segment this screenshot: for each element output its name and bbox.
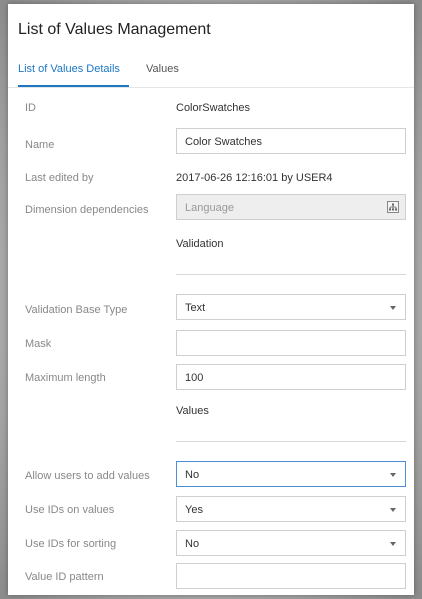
allow-add-values-value: No — [185, 469, 200, 481]
mask-field[interactable] — [176, 330, 406, 356]
values-divider — [176, 441, 406, 442]
allow-add-values-label: Allow users to add values — [25, 470, 150, 482]
chevron-down-icon — [390, 542, 396, 546]
validation-divider — [176, 274, 406, 275]
name-field[interactable]: Color Swatches — [176, 128, 406, 154]
tab-lov-details[interactable]: List of Values Details — [18, 63, 120, 75]
tab-values[interactable]: Values — [146, 63, 179, 75]
use-ids-label: Use IDs on values — [25, 504, 115, 516]
chevron-down-icon — [390, 473, 396, 477]
use-ids-sorting-label: Use IDs for sorting — [25, 538, 117, 550]
use-ids-sorting-select[interactable]: No — [176, 530, 406, 556]
mask-label: Mask — [25, 338, 52, 350]
value-id-pattern-label: Value ID pattern — [25, 571, 104, 583]
page-title: List of Values Management — [18, 21, 211, 38]
validation-base-type-select[interactable]: Text — [176, 294, 406, 320]
id-value: ColorSwatches — [176, 102, 250, 114]
chevron-down-icon — [390, 508, 396, 512]
value-id-pattern-field[interactable] — [176, 563, 406, 589]
validation-base-type-value: Text — [185, 302, 206, 314]
name-field-value: Color Swatches — [185, 136, 263, 148]
validation-base-type-label: Validation Base Type — [25, 304, 128, 316]
validation-heading: Validation — [176, 238, 224, 250]
tab-divider — [8, 87, 414, 88]
use-ids-value: Yes — [185, 504, 203, 516]
name-label: Name — [25, 139, 55, 151]
lov-management-panel: List of Values Management List of Values… — [8, 4, 414, 595]
allow-add-values-select[interactable]: No — [176, 461, 406, 487]
last-edited-value: 2017-06-26 12:16:01 by USER4 — [176, 172, 333, 184]
last-edited-label: Last edited by — [25, 172, 94, 184]
dimension-dependencies-placeholder: Language — [185, 202, 234, 214]
hierarchy-icon[interactable] — [387, 201, 399, 213]
dimension-dependencies-label: Dimension dependencies — [25, 204, 149, 216]
id-label: ID — [25, 102, 36, 114]
chevron-down-icon — [390, 306, 396, 310]
tab-bar: List of Values Details Values — [8, 54, 414, 92]
maximum-length-field[interactable]: 100 — [176, 364, 406, 390]
dimension-dependencies-field: Language — [176, 194, 406, 220]
values-heading: Values — [176, 405, 209, 417]
use-ids-select[interactable]: Yes — [176, 496, 406, 522]
maximum-length-label: Maximum length — [25, 372, 106, 384]
maximum-length-value: 100 — [185, 372, 204, 384]
use-ids-sorting-value: No — [185, 538, 200, 550]
